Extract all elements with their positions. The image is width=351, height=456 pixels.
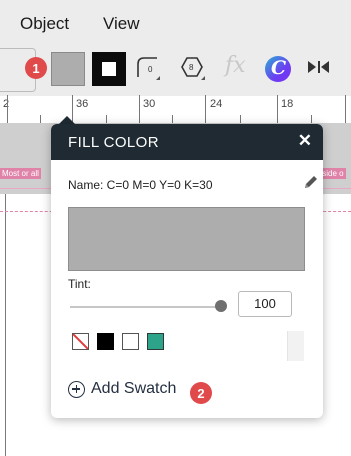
page-edge: [5, 194, 6, 456]
canva-label: C: [271, 57, 287, 79]
swatch-black[interactable]: [97, 333, 114, 350]
ruler-label: 18: [281, 98, 294, 110]
tint-slider-handle[interactable]: [215, 300, 227, 312]
corner-value: 0: [148, 65, 153, 74]
ruler-tick: [7, 95, 8, 123]
popup-header: FILL COLOR ✕: [51, 124, 323, 160]
ruler-tick: [172, 115, 173, 123]
swatch-white[interactable]: [122, 333, 139, 350]
menu-bar: Object View: [0, 0, 351, 40]
ruler-tick: [240, 115, 241, 123]
effects-label: fx: [225, 53, 246, 78]
ruler-label: 30: [143, 98, 156, 110]
popup-title: FILL COLOR: [68, 134, 159, 151]
ruler-tick: [311, 115, 312, 123]
margin-label-left: Most or all: [0, 168, 41, 179]
menu-view[interactable]: View: [103, 14, 140, 34]
toolbar: 1 0 8 fx C: [0, 40, 351, 96]
ruler-tick: [205, 95, 206, 123]
effects-icon[interactable]: fx: [225, 53, 251, 79]
plus-circle-icon: [68, 380, 85, 398]
add-swatch-label: Add Swatch: [91, 380, 177, 397]
menu-object[interactable]: Object: [20, 14, 69, 34]
swatch-green[interactable]: [147, 333, 164, 350]
ruler-tick: [139, 95, 140, 123]
ruler-tick: [345, 95, 346, 123]
step-badge-2: 2: [190, 382, 212, 404]
tint-label: Tint:: [68, 277, 91, 291]
polygon-sides-icon[interactable]: 8: [180, 55, 206, 81]
swatch-name: Name: C=0 M=0 Y=0 K=30: [68, 178, 213, 192]
ruler-tick: [277, 95, 278, 123]
corner-radius-icon[interactable]: 0: [135, 55, 161, 81]
canva-icon[interactable]: C: [265, 56, 291, 82]
app-window: Object View 1 0 8 fx C 36 30 24 18 Most …: [0, 0, 351, 456]
ruler-tick: [106, 115, 107, 123]
fill-color-button[interactable]: [51, 52, 85, 86]
ruler-label: 36: [76, 98, 89, 110]
step-icon[interactable]: [307, 60, 333, 86]
add-swatch-button[interactable]: Add Swatch: [68, 380, 176, 398]
sides-value: 8: [189, 63, 194, 72]
pencil-icon[interactable]: [303, 174, 319, 190]
swatch-scrollbar[interactable]: [287, 331, 304, 361]
horizontal-ruler: 2 36 30 24 18: [0, 95, 351, 124]
tint-slider-track[interactable]: [70, 306, 220, 308]
swatch-none[interactable]: [72, 333, 89, 350]
ruler-tick: [40, 115, 41, 123]
color-preview: [68, 207, 305, 271]
close-icon[interactable]: ✕: [298, 131, 312, 151]
tint-value-input[interactable]: 100: [238, 291, 292, 317]
fill-color-popup: FILL COLOR ✕ Name: C=0 M=0 Y=0 K=30 Tint…: [51, 124, 323, 418]
ruler-label: 24: [210, 98, 223, 110]
stroke-color-button[interactable]: [92, 52, 126, 86]
step-badge-1: 1: [25, 57, 47, 79]
